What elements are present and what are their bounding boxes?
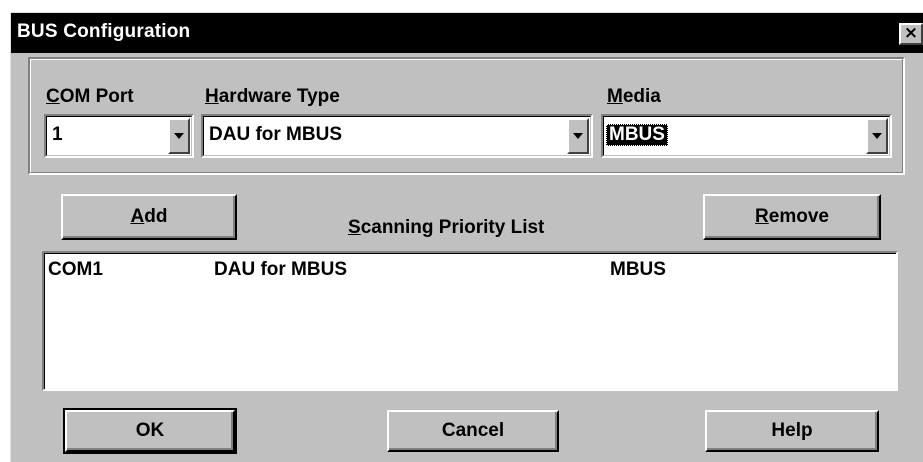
add-button[interactable]: Add xyxy=(61,194,237,240)
list-item-media: MBUS xyxy=(610,259,666,280)
dropdown-arrow-icon xyxy=(573,133,583,139)
close-button[interactable]: × xyxy=(899,23,923,45)
scanning-priority-list[interactable]: COM1 DAU for MBUS MBUS xyxy=(42,251,898,391)
list-item[interactable]: COM1 DAU for MBUS MBUS xyxy=(44,257,896,281)
scanning-priority-list-label: Scanning Priority List xyxy=(348,217,545,238)
title-bar[interactable]: BUS Configuration × xyxy=(11,13,923,53)
hardware-type-value: DAU for MBUS xyxy=(209,124,342,145)
media-dropdown-button[interactable] xyxy=(866,118,888,154)
com-port-dropdown-button[interactable] xyxy=(168,118,190,154)
ok-button[interactable]: OK xyxy=(63,408,237,454)
list-item-hardware: DAU for MBUS xyxy=(214,259,347,280)
dropdown-arrow-icon xyxy=(872,133,882,139)
dialog-title: BUS Configuration xyxy=(17,21,191,42)
media-label: Media xyxy=(607,86,661,107)
com-port-select[interactable]: 1 xyxy=(44,114,194,158)
hardware-type-dropdown-button[interactable] xyxy=(567,118,589,154)
dropdown-arrow-icon xyxy=(174,133,184,139)
cancel-button[interactable]: Cancel xyxy=(387,410,559,452)
media-select[interactable]: MBUS xyxy=(601,114,892,158)
help-button[interactable]: Help xyxy=(705,410,879,452)
hardware-type-select[interactable]: DAU for MBUS xyxy=(201,114,593,158)
hardware-type-label: Hardware Type xyxy=(205,86,340,107)
com-port-value: 1 xyxy=(52,124,63,145)
com-port-label: COM Port xyxy=(46,86,134,107)
media-value: MBUS xyxy=(606,124,668,146)
list-item-port: COM1 xyxy=(48,259,103,280)
remove-button[interactable]: Remove xyxy=(703,194,881,240)
close-icon: × xyxy=(903,23,919,43)
